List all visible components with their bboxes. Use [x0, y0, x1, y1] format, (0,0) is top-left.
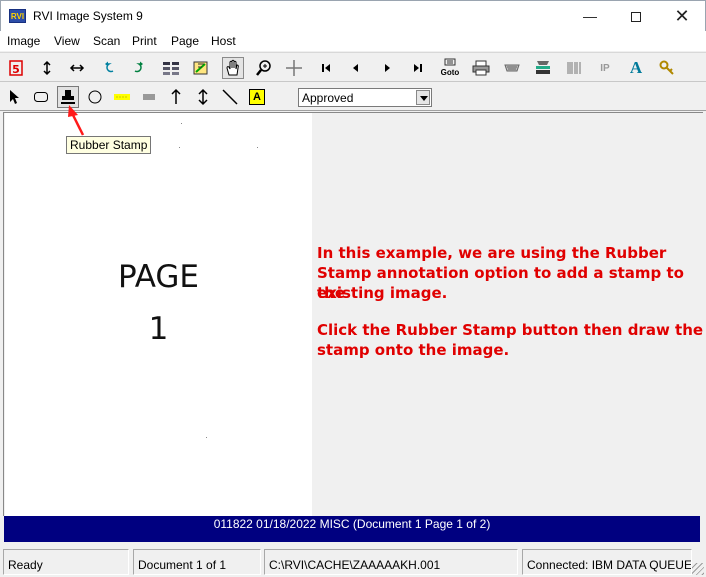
menu-bar: Image View Scan Print Page Host — [0, 31, 706, 51]
annotation-toolbar: A Approved — [0, 83, 706, 111]
zoom-in-icon[interactable] — [253, 57, 275, 79]
thumbnails-icon[interactable] — [160, 57, 182, 79]
status-file-path: C:\RVI\CACHE\ZAAAAAKH.001 — [264, 549, 518, 575]
last-page-icon[interactable] — [407, 57, 429, 79]
hand-pan-icon[interactable] — [222, 57, 244, 79]
scanner-icon[interactable] — [532, 57, 554, 79]
page-label: PAGE — [118, 259, 199, 295]
goto-icon[interactable]: Goto — [439, 57, 461, 79]
status-connection: Connected: IBM DATA QUEUES — [522, 549, 692, 575]
close-icon[interactable]: ✕ — [659, 1, 705, 32]
arrow-up-icon[interactable] — [165, 86, 187, 108]
menu-image[interactable]: Image — [7, 34, 40, 48]
annotation-line-4: Click the Rubber Stamp button then draw … — [317, 321, 704, 339]
select-pointer-icon[interactable] — [3, 86, 25, 108]
status-bar: Ready Document 1 of 1 C:\RVI\CACHE\ZAAAA… — [0, 546, 706, 577]
window-title: RVI Image System 9 — [33, 9, 143, 23]
main-toolbar: 5 Goto IP A — [0, 52, 706, 82]
pointer-arrow-icon — [68, 105, 85, 136]
annotation-line-1: In this example, we are using the Rubber — [317, 244, 667, 262]
image-edit-icon[interactable] — [190, 57, 212, 79]
scan-speck — [181, 123, 182, 124]
key-icon[interactable] — [656, 57, 678, 79]
annotation-line-5: stamp onto the image. — [317, 341, 510, 359]
refresh-icon[interactable]: 5 — [5, 57, 27, 79]
scan-speck — [179, 147, 180, 148]
maximize-icon[interactable] — [613, 1, 659, 32]
barcode-icon[interactable] — [563, 57, 585, 79]
status-document: Document 1 of 1 — [133, 549, 261, 575]
menu-scan[interactable]: Scan — [93, 34, 120, 48]
menu-view[interactable]: View — [54, 34, 80, 48]
filled-rectangle-icon[interactable] — [138, 86, 160, 108]
scan-speck — [206, 437, 207, 438]
ip-icon[interactable]: IP — [594, 57, 616, 79]
rotate-left-icon[interactable] — [98, 57, 120, 79]
previous-page-icon[interactable] — [345, 57, 367, 79]
fit-width-icon[interactable] — [66, 57, 88, 79]
status-ready: Ready — [3, 549, 129, 575]
menu-print[interactable]: Print — [132, 34, 157, 48]
text-font-icon[interactable]: A — [625, 57, 647, 79]
document-info-bar: 011822 01/18/2022 MISC (Document 1 Page … — [4, 516, 700, 542]
stamp-type-value: Approved — [302, 91, 354, 105]
menu-page[interactable]: Page — [171, 34, 199, 48]
page-number: 1 — [148, 311, 169, 347]
chevron-down-icon[interactable] — [416, 90, 430, 105]
rubber-stamp-tooltip: Rubber Stamp — [66, 136, 152, 154]
menu-host[interactable]: Host — [211, 34, 236, 48]
highlighter-icon[interactable] — [111, 86, 133, 108]
text-annotation-icon[interactable]: A — [246, 86, 268, 108]
rotate-right-icon[interactable] — [128, 57, 150, 79]
minimize-icon[interactable]: — — [567, 1, 613, 32]
first-page-icon[interactable] — [315, 57, 337, 79]
double-arrow-icon[interactable] — [192, 86, 214, 108]
stamp-type-select[interactable]: Approved — [298, 88, 432, 107]
scan-speck — [257, 147, 258, 148]
svg-text:5: 5 — [12, 63, 20, 76]
line-icon[interactable] — [219, 86, 241, 108]
fit-height-icon[interactable] — [36, 57, 58, 79]
app-logo-icon: RVI — [9, 9, 26, 23]
fax-icon[interactable] — [501, 57, 523, 79]
rounded-rectangle-icon[interactable] — [30, 86, 52, 108]
crosshair-icon[interactable] — [283, 57, 305, 79]
image-viewer[interactable]: PAGE 1 — [3, 112, 703, 517]
print-icon[interactable] — [470, 57, 492, 79]
title-bar: RVI RVI Image System 9 — ✕ — [0, 0, 706, 31]
annotation-line-3: existing image. — [317, 284, 448, 302]
next-page-icon[interactable] — [376, 57, 398, 79]
resize-grip-icon[interactable] — [692, 563, 704, 575]
svg-text:Goto: Goto — [441, 68, 460, 77]
document-page[interactable]: PAGE 1 — [5, 113, 312, 517]
